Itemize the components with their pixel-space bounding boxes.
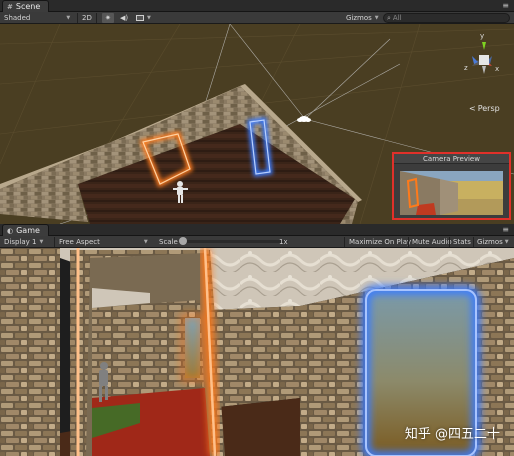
sun-icon: ✷ [105, 14, 111, 22]
aspect-dropdown[interactable]: Free Aspect ▼ [59, 236, 155, 248]
chevron-down-icon: ▼ [143, 239, 148, 245]
game-gizmos-label: Gizmos [477, 238, 503, 246]
scene-viewport[interactable]: y z x < Persp Camera Preview [0, 24, 514, 224]
svg-text:z: z [464, 64, 468, 72]
chevron-down-icon: ▼ [504, 239, 509, 245]
shading-mode-value: Shaded [4, 14, 31, 22]
mode-2d-label: 2D [82, 14, 92, 22]
scale-slider[interactable] [179, 237, 288, 245]
camera-preview-title: Camera Preview [394, 154, 509, 164]
chevron-down-icon: ▼ [374, 15, 379, 21]
mode-2d-toggle[interactable]: 2D [82, 12, 92, 24]
search-placeholder: All [392, 14, 402, 22]
camera-preview-panel: Camera Preview [392, 152, 511, 220]
camera-preview-image [400, 171, 503, 215]
display-dropdown[interactable]: Display 1 ▼ [4, 236, 43, 248]
svg-text:x: x [495, 65, 499, 73]
shading-mode-dropdown[interactable]: Shaded ▼ [4, 12, 74, 24]
audio-toggle[interactable]: ◀) [120, 12, 128, 24]
scene-tab-bar: # Scene ≡ [0, 0, 514, 12]
tab-scene-label: Scene [15, 2, 41, 11]
gizmos-dropdown[interactable]: Gizmos ▼ [346, 12, 379, 24]
projection-label: Persp [477, 104, 500, 113]
svg-text:y: y [480, 32, 484, 40]
watermark-text: 知乎 @四五二十 [404, 427, 500, 442]
image-icon [136, 15, 144, 21]
mute-audio-toggle[interactable]: Mute Audio [412, 236, 452, 248]
search-icon: ⌕ [387, 13, 391, 22]
scene-toolbar: Shaded ▼ 2D ✷ ◀) ▼ Gizmos ▼ ⌕ All [0, 12, 514, 24]
tab-game-label: Game [16, 226, 40, 235]
tab-game[interactable]: ◐ Game [2, 224, 49, 236]
scale-value: 1x [279, 238, 288, 246]
mute-audio-label: Mute Audio [412, 238, 452, 246]
game-viewport[interactable]: 知乎 @四五二十 [0, 248, 514, 456]
chevron-down-icon: ▼ [147, 15, 151, 21]
effects-dropdown[interactable]: ▼ [136, 12, 151, 24]
scale-slider-knob[interactable] [179, 237, 187, 245]
tab-scene[interactable]: # Scene [2, 0, 50, 12]
scene-grid-icon: # [7, 2, 13, 11]
lighting-toggle[interactable]: ✷ [102, 13, 114, 23]
scene-search-input[interactable]: ⌕ All [383, 13, 510, 23]
game-tab-bar: ◐ Game ≡ [0, 224, 514, 236]
stats-label: Stats [453, 238, 471, 246]
game-menu-icon[interactable]: ≡ [502, 225, 510, 234]
chevron-down-icon: ▼ [39, 239, 44, 245]
maximize-on-play-label: Maximize On Play [349, 238, 412, 246]
scale-label: Scale [159, 238, 178, 246]
gizmos-label: Gizmos [346, 14, 372, 22]
scene-menu-icon[interactable]: ≡ [502, 1, 510, 10]
game-gizmos-dropdown[interactable]: Gizmos ▼ [477, 236, 509, 248]
stats-toggle[interactable]: Stats [453, 236, 471, 248]
game-toolbar: Display 1 ▼ Free Aspect ▼ Scale 1x Maxim… [0, 236, 514, 248]
aspect-value: Free Aspect [59, 238, 100, 246]
perspective-icon: < [469, 104, 476, 113]
chevron-down-icon: ▼ [66, 15, 71, 21]
projection-toggle[interactable]: < Persp [469, 104, 500, 113]
maximize-on-play-toggle[interactable]: Maximize On Play [349, 236, 411, 248]
speaker-icon: ◀) [120, 14, 129, 22]
game-controller-icon: ◐ [7, 226, 14, 235]
display-value: Display 1 [4, 238, 37, 246]
